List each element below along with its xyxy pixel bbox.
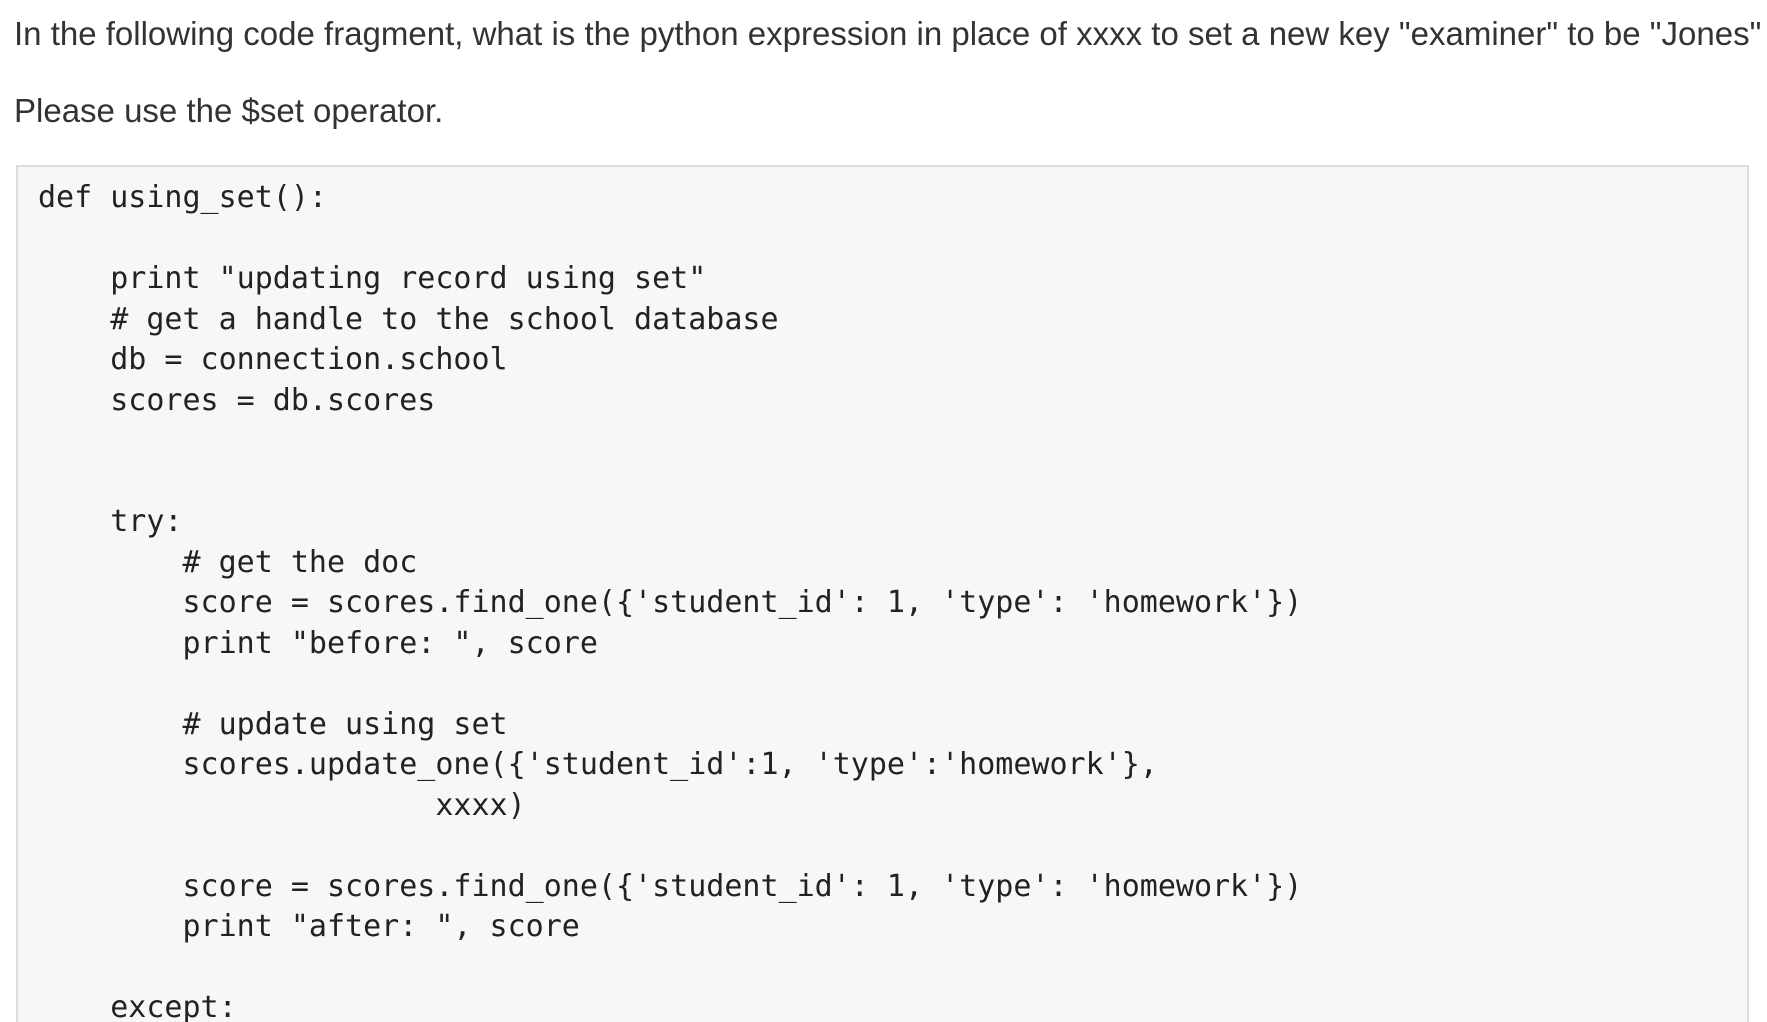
instruction-text: Please use the $set operator. (14, 92, 444, 129)
code-line: try: (38, 504, 183, 539)
code-line: def using_set(): (38, 180, 327, 215)
code-line: print "before: ", score (38, 625, 598, 661)
question-text: In the following code fragment, what is … (14, 15, 1762, 52)
code-line: scores = db.scores (38, 382, 436, 418)
code-lines: def using_set(): print "updating record … (38, 178, 1302, 1022)
code-line: print "updating record using set" (38, 261, 707, 296)
code-line: db = connection.school (38, 342, 508, 377)
code-line: scores.update_one({'student_id':1, 'type… (38, 747, 1158, 782)
code-line-placeholder: xxxx) (38, 787, 526, 823)
code-line: # get a handle to the school database (38, 301, 779, 337)
code-line: print "after: ", score (38, 909, 580, 944)
code-line: except: (38, 990, 237, 1022)
code-block: def using_set(): print "updating record … (16, 165, 1749, 1022)
code-line: # get the doc (38, 544, 418, 580)
code-line: score = scores.find_one({'student_id': 1… (38, 585, 1303, 620)
code-line: # update using set (38, 706, 508, 742)
code-line: score = scores.find_one({'student_id': 1… (38, 868, 1303, 904)
